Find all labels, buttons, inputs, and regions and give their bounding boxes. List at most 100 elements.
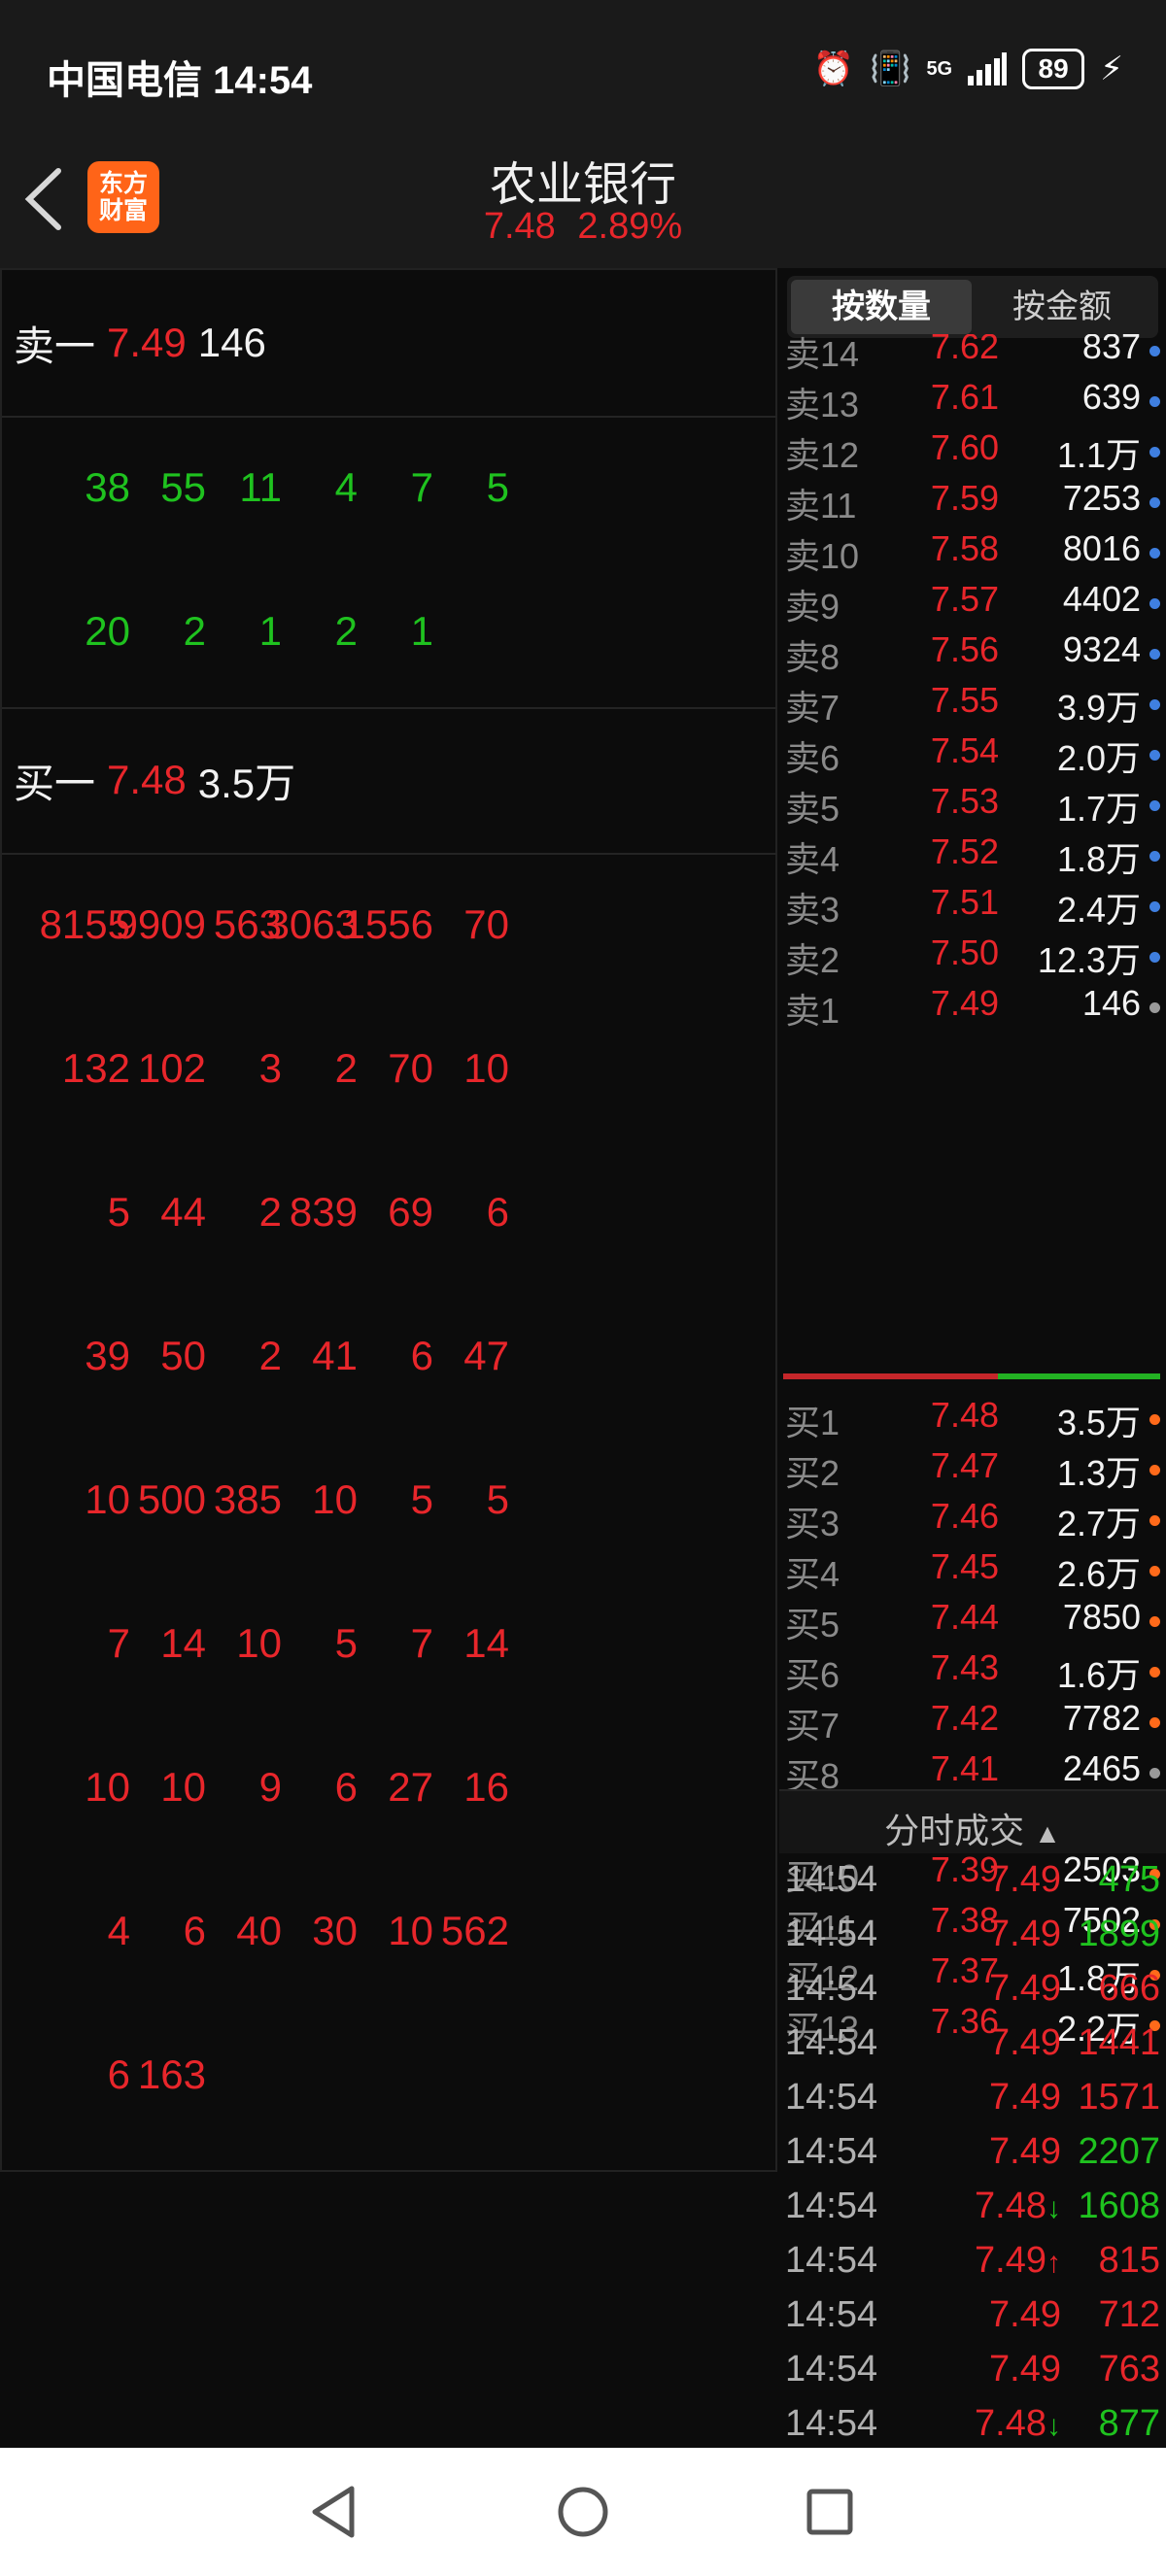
tick-price: 7.48: [975, 2186, 1046, 2226]
status-dot-icon: [1149, 750, 1160, 761]
tick-row: 14:54 7.49 1441: [779, 2017, 1166, 2071]
ask-row: 卖12 7.60 1.1万: [779, 422, 1166, 475]
tick-volume: 666: [1098, 1968, 1160, 2009]
tick-row: 14:54 7.49 763: [779, 2343, 1166, 2397]
order-volume-cell: 5: [486, 464, 509, 510]
order-queue-panel: 卖一 7.49 146 38 55 11 4 7 5 20 2 1 2 1 买一 7.48 3.5万…: [0, 268, 777, 2172]
book-price: 7.55: [930, 680, 999, 720]
order-volume-cell: 47: [463, 1333, 509, 1378]
status-dot-icon: [1149, 800, 1160, 811]
tick-volume: 877: [1098, 2403, 1160, 2444]
ask-row: 卖1 7.49 146: [779, 977, 1166, 1031]
book-price: 7.49: [930, 983, 999, 1023]
status-dot-icon: [1149, 1717, 1160, 1728]
tick-price: 7.49: [989, 1914, 1061, 1954]
status-dot-icon: [1149, 346, 1160, 356]
ask-row: 卖2 7.50 12.3万: [779, 927, 1166, 980]
battery-icon: 89: [1022, 49, 1085, 89]
book-price: 7.61: [930, 377, 999, 417]
bid-row: 买7 7.42 7782: [779, 1692, 1166, 1746]
sell1-price: 7.49: [107, 320, 187, 365]
status-dot-icon: [1149, 952, 1160, 963]
stock-header: 东方 财富 农业银行 7.48 2.89%: [0, 146, 1166, 268]
order-volume-cell: 562: [440, 1908, 509, 1953]
book-level-label: 卖1: [785, 991, 840, 1031]
ask-row: 卖7 7.55 3.9万: [779, 674, 1166, 728]
order-volume-cell: 163: [137, 2051, 206, 2097]
buy-order-grid: 8155 9909 563 3063 1556 70 132 102 3 2 70 10 5 44 2 839…: [2, 853, 777, 2172]
order-book-panel: 按数量 按金额 卖14 7.62 837 卖13 7.61 639 卖12 7.60 1.1万卖…: [779, 268, 1166, 2448]
status-dot-icon: [1149, 1465, 1160, 1475]
book-volume: 3.5万: [1056, 1403, 1141, 1442]
tick-row: 14:54 7.48↓ 877: [779, 2397, 1166, 2448]
tick-time: 14:54: [785, 2022, 878, 2063]
tick-price: 7.49: [989, 2349, 1061, 2390]
tick-time: 14:54: [785, 1859, 878, 1900]
order-volume-cell: 70: [463, 901, 509, 947]
book-volume: 1.8万: [1056, 839, 1141, 879]
ask-row: 卖14 7.62 837: [779, 334, 1166, 374]
book-volume: 4402: [1062, 579, 1141, 619]
tick-price: 7.49: [989, 2131, 1061, 2172]
book-volume: 146: [1081, 983, 1141, 1023]
ask-row: 卖8 7.56 9324: [779, 624, 1166, 677]
buy1-row: 买一 7.48 3.5万: [2, 707, 777, 855]
book-volume: 1.6万: [1056, 1655, 1141, 1695]
ask-row: 卖4 7.52 1.8万: [779, 826, 1166, 879]
book-price: 7.43: [930, 1647, 999, 1687]
back-triangle-icon[interactable]: [301, 2477, 371, 2547]
home-circle-icon[interactable]: [548, 2477, 618, 2547]
status-dot-icon: [1149, 1566, 1160, 1576]
tick-price-wrap: 7.49: [960, 1859, 1061, 1901]
sell1-volume: 146: [197, 320, 266, 365]
status-dot-icon: [1149, 548, 1160, 559]
book-level-label: 买7: [785, 1706, 840, 1746]
book-level-label: 买4: [785, 1554, 840, 1594]
tick-volume: 1441: [1078, 2022, 1160, 2063]
ask-row: 卖5 7.53 1.7万: [779, 775, 1166, 829]
status-dot-icon: [1149, 447, 1160, 458]
order-volume-cell: 1: [410, 608, 433, 654]
arrow-down-icon: ↓: [1046, 2410, 1061, 2442]
ask-row: 卖3 7.51 2.4万: [779, 876, 1166, 930]
tick-price: 7.49: [989, 1859, 1061, 1900]
book-price: 7.56: [930, 629, 999, 669]
stock-quote: 7.48 2.89%: [0, 206, 1166, 248]
book-volume: 639: [1081, 377, 1141, 417]
bid-row: 买3 7.46 2.7万: [779, 1490, 1166, 1543]
tab-by-quantity[interactable]: 按数量: [791, 280, 972, 334]
book-level-label: 卖9: [785, 587, 840, 627]
vibrate-icon: 📳: [870, 51, 911, 87]
tick-time: 14:54: [785, 2077, 878, 2118]
arrow-up-icon: ↑: [1046, 2247, 1061, 2279]
book-price: 7.53: [930, 781, 999, 821]
tick-time: 14:54: [785, 2403, 878, 2444]
bid-row: 买6 7.43 1.6万: [779, 1642, 1166, 1695]
book-volume: 9324: [1062, 629, 1141, 669]
book-level-label: 卖2: [785, 940, 840, 980]
tab-by-amount[interactable]: 按金额: [972, 280, 1152, 334]
book-price: 7.59: [930, 478, 999, 518]
book-level-label: 买6: [785, 1655, 840, 1695]
tick-price: 7.49: [975, 2240, 1046, 2281]
book-price: 7.50: [930, 932, 999, 972]
status-dot-icon: [1149, 901, 1160, 912]
bid-row: 买4 7.45 2.6万: [779, 1541, 1166, 1594]
tick-row: 14:54 7.49 1899: [779, 1908, 1166, 1962]
recents-square-icon[interactable]: [795, 2477, 865, 2547]
ticks-header[interactable]: 分时成交 ▲: [779, 1789, 1166, 1853]
tick-price-wrap: 7.49: [960, 1968, 1061, 2010]
book-level-label: 卖3: [785, 890, 840, 930]
tick-row: 14:54 7.49 1571: [779, 2071, 1166, 2125]
book-price: 7.44: [930, 1597, 999, 1637]
stock-name: 农业银行: [489, 159, 676, 211]
tick-row: 14:54 7.49 712: [779, 2288, 1166, 2343]
tick-price-wrap: 7.49: [960, 2022, 1061, 2064]
buy1-volume: 3.5万: [197, 760, 296, 806]
book-volume: 2.7万: [1056, 1504, 1141, 1543]
book-price: 7.60: [930, 427, 999, 467]
buy-sell-ratio-bar: [783, 1373, 1160, 1379]
status-dot-icon: [1149, 1616, 1160, 1627]
ask-row: 卖9 7.57 4402: [779, 573, 1166, 627]
tick-time: 14:54: [785, 2294, 878, 2335]
